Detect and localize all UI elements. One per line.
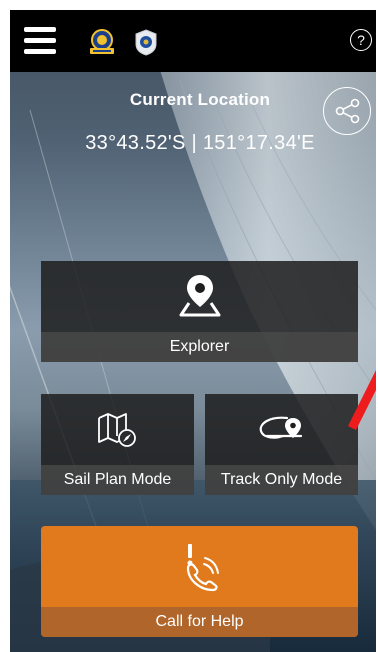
track-only-mode-tile[interactable]: Track Only Mode [205, 394, 358, 495]
map-pin-icon [179, 275, 221, 317]
share-button[interactable] [323, 87, 371, 135]
explorer-label: Explorer [41, 332, 358, 362]
hamburger-menu-icon[interactable] [24, 27, 56, 55]
app-frame: ? Current Location 33°43.52'S | 151°17.3… [0, 0, 378, 652]
track-pin-icon [259, 416, 303, 439]
call-for-help-label: Call for Help [41, 607, 358, 637]
annotation-arrow-icon [348, 370, 376, 430]
coast-guard-logo [90, 29, 114, 54]
track-only-mode-label: Track Only Mode [205, 465, 358, 495]
sail-plan-mode-tile[interactable]: Sail Plan Mode [41, 394, 194, 495]
map-compass-icon [98, 413, 136, 447]
current-location-title: Current Location [129, 90, 271, 109]
call-for-help-tile[interactable]: Call for Help [41, 526, 358, 637]
explorer-tile[interactable]: Explorer [41, 261, 358, 362]
marine-rescue-logo [135, 29, 157, 56]
current-location-coordinates: 33°43.52'S | 151°17.34'E [85, 132, 315, 154]
share-icon [335, 98, 360, 124]
top-navigation-bar: ? [10, 10, 376, 72]
help-button[interactable]: ? [350, 29, 372, 51]
sail-plan-mode-label: Sail Plan Mode [41, 465, 194, 495]
app-screen: ? Current Location 33°43.52'S | 151°17.3… [10, 10, 376, 652]
phone-alert-icon [186, 544, 219, 592]
